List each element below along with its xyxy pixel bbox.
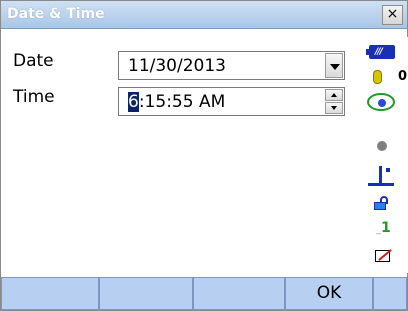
date-label: Date — [13, 51, 54, 71]
softkey-1[interactable] — [1, 277, 99, 310]
date-value: 11/30/2013 — [128, 56, 226, 76]
input-mode-icon[interactable]: _1 — [376, 220, 391, 236]
input-mode-value: 1 — [381, 220, 391, 236]
lock-icon[interactable] — [374, 196, 390, 210]
battery-icon: /// — [366, 45, 395, 59]
date-dropdown[interactable]: 11/30/2013 — [118, 51, 345, 80]
time-hour-selected[interactable]: 6 — [128, 92, 139, 112]
prism-icon[interactable] — [368, 166, 394, 186]
spin-up-icon[interactable] — [325, 89, 343, 101]
time-rest: :15:55 AM — [138, 92, 226, 112]
dropdown-arrow-icon[interactable] — [325, 53, 343, 78]
softkey-2[interactable] — [99, 277, 193, 310]
window-title: Date & Time — [7, 6, 105, 22]
target-icon[interactable] — [367, 93, 395, 111]
spin-down-icon[interactable] — [325, 102, 343, 114]
time-label: Time — [13, 87, 55, 107]
ok-button[interactable]: OK — [285, 277, 373, 310]
tilt-icon — [373, 70, 382, 84]
date-time-window: Date & Time × Date 11/30/2013 Time 6:15:… — [0, 0, 408, 311]
close-button[interactable]: × — [382, 5, 403, 25]
time-input[interactable]: 6:15:55 AM — [118, 87, 345, 116]
softkey-5[interactable] — [373, 277, 407, 310]
status-dot-icon — [377, 141, 387, 151]
softkey-3[interactable] — [193, 277, 285, 310]
time-value[interactable]: 6:15:55 AM — [128, 92, 225, 112]
title-bar: Date & Time × — [1, 1, 407, 29]
pen-icon[interactable] — [375, 248, 393, 263]
tilt-value: 0 — [398, 69, 408, 84]
softkey-bar: OK — [1, 277, 407, 310]
